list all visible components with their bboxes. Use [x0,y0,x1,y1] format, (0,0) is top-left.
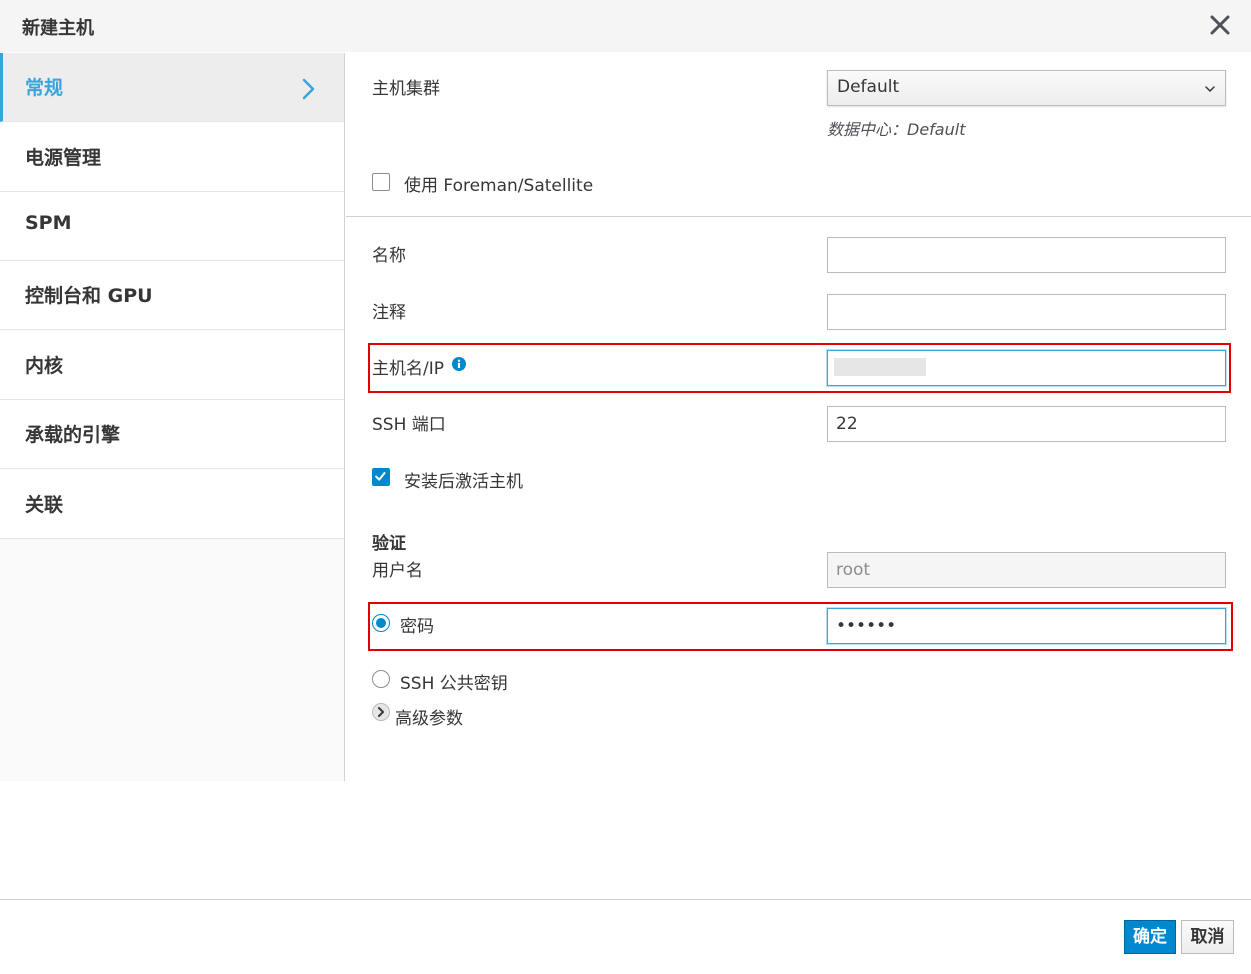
ssh-key-label: SSH 公共密钥 [400,674,508,694]
foreman-checkbox[interactable] [372,173,390,191]
sidebar-item-label: 电源管理 [25,147,102,169]
info-icon[interactable] [452,357,466,371]
comment-label: 注释 [372,303,406,323]
close-button[interactable] [1205,10,1235,40]
dialog-title: 新建主机 [22,18,94,39]
chevron-down-icon [1205,86,1215,92]
advanced-params-label[interactable]: 高级参数 [395,704,463,729]
name-label: 名称 [372,246,406,266]
name-input[interactable] [827,237,1226,273]
check-icon [375,472,386,481]
username-label: 用户名 [372,561,423,581]
sidebar-item-power-management[interactable]: 电源管理 [0,123,344,192]
dialog-header: 新建主机 [0,0,1251,52]
sidebar-item-hosted-engine[interactable]: 承载的引擎 [0,400,344,469]
sidebar-item-label: SPM [25,212,72,234]
expand-icon[interactable] [372,703,390,721]
sidebar-item-label: 常规 [25,77,64,99]
sidebar-item-affinity[interactable]: 关联 [0,470,344,539]
chevron-right-icon [302,78,315,100]
dialog-footer [0,899,1251,974]
ssh-port-label: SSH 端口 [372,415,446,435]
sidebar-item-kernel[interactable]: 内核 [0,331,344,400]
sidebar-item-label: 内核 [25,355,64,377]
comment-input[interactable] [827,294,1226,330]
ssh-port-input[interactable] [827,406,1226,442]
foreman-label: 使用 Foreman/Satellite [404,176,594,196]
redacted-value [834,358,926,376]
ok-button[interactable]: 确定 [1124,920,1176,954]
password-input[interactable] [827,608,1226,644]
cancel-button[interactable]: 取消 [1181,920,1234,954]
hostname-label: 主机名/IP [372,359,444,379]
username-input [827,552,1226,588]
sidebar-item-general[interactable]: 常规 [0,53,344,122]
activate-label: 安装后激活主机 [404,472,523,492]
activate-checkbox[interactable] [372,468,390,486]
sidebar-item-spm[interactable]: SPM [0,192,344,261]
sidebar-item-label: 控制台和 GPU [25,285,153,307]
cluster-label: 主机集群 [372,79,440,99]
sidebar-item-label: 关联 [25,494,64,516]
sidebar: 常规 电源管理 SPM 控制台和 GPU 内核 承载的引擎 关联 [0,53,345,781]
cluster-select-value: Default [837,77,900,97]
close-icon [1210,15,1230,35]
sidebar-item-label: 承载的引擎 [25,424,121,446]
password-radio[interactable] [372,614,390,632]
ssh-key-radio[interactable] [372,670,390,688]
section-divider [346,216,1251,217]
cluster-select[interactable]: Default [827,70,1226,106]
datacenter-help-text: 数据中心：Default [827,120,966,139]
sidebar-item-console-gpu[interactable]: 控制台和 GPU [0,261,344,330]
auth-section-title: 验证 [372,534,406,554]
password-label: 密码 [400,617,434,637]
